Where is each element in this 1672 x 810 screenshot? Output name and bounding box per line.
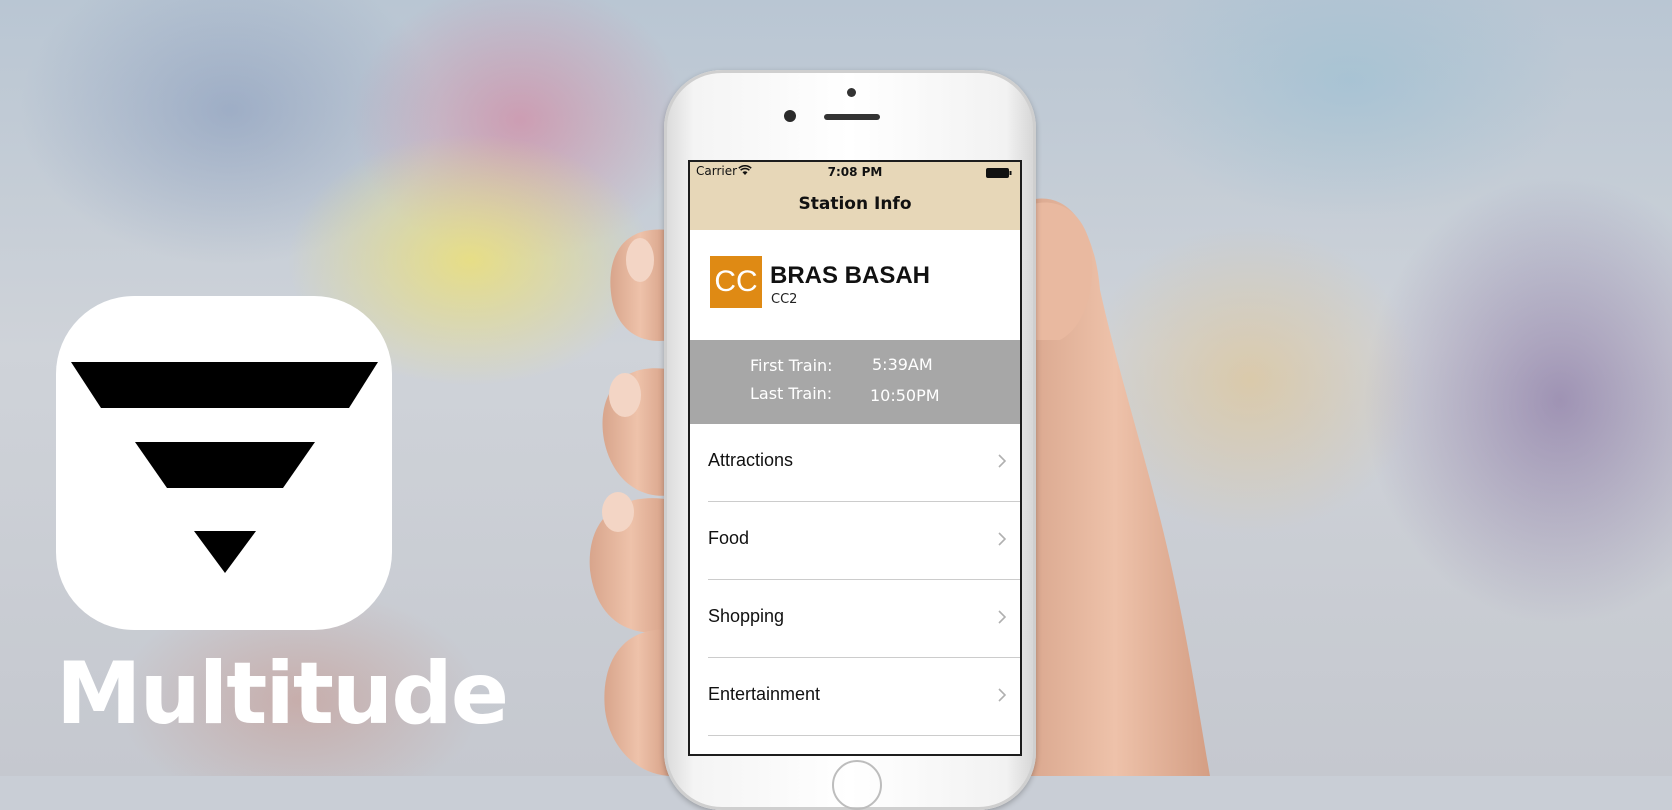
menu-item-label: Attractions bbox=[708, 450, 794, 470]
menu-item-attractions[interactable]: Attractions bbox=[708, 424, 1020, 502]
front-camera bbox=[784, 110, 796, 122]
last-train-time: 10:50PM bbox=[870, 386, 940, 405]
line-badge: CC bbox=[710, 256, 762, 308]
first-train-label: First Train: bbox=[750, 356, 833, 375]
phone-device: Carrier 7:08 PM Station Info CC BRAS BAS… bbox=[664, 70, 1036, 810]
menu-item-label: Food bbox=[708, 528, 750, 548]
menu-item-label: Entertainment bbox=[708, 684, 821, 704]
chevron-right-icon bbox=[998, 454, 1006, 468]
clock: 7:08 PM bbox=[827, 165, 883, 179]
station-code: CC2 bbox=[771, 292, 798, 307]
category-menu: Attractions Food Shopping Entertainment bbox=[690, 424, 1020, 736]
menu-item-entertainment[interactable]: Entertainment bbox=[708, 658, 1020, 736]
proximity-sensor bbox=[847, 88, 856, 97]
navigation-bar: Carrier 7:08 PM Station Info bbox=[690, 162, 1020, 230]
menu-item-label: Shopping bbox=[708, 606, 785, 626]
station-name: BRAS BASAH bbox=[770, 262, 931, 289]
page-title: Station Info bbox=[798, 194, 912, 214]
battery-icon bbox=[986, 168, 1012, 178]
menu-item-shopping[interactable]: Shopping bbox=[708, 580, 1020, 658]
station-header: CC BRAS BASAH CC2 bbox=[690, 230, 1020, 340]
earpiece-speaker bbox=[824, 114, 880, 120]
chevron-right-icon bbox=[998, 610, 1006, 624]
menu-item-food[interactable]: Food bbox=[708, 502, 1020, 580]
chevron-right-icon bbox=[998, 532, 1006, 546]
chevron-right-icon bbox=[998, 688, 1006, 702]
last-train-label: Last Train: bbox=[750, 384, 833, 403]
first-train-time: 5:39AM bbox=[872, 355, 933, 374]
train-times-panel: First Train: 5:39AM Last Train: 10:50PM bbox=[690, 340, 1020, 424]
home-button[interactable] bbox=[832, 760, 882, 810]
phone-screen: Carrier 7:08 PM Station Info CC BRAS BAS… bbox=[688, 160, 1022, 756]
